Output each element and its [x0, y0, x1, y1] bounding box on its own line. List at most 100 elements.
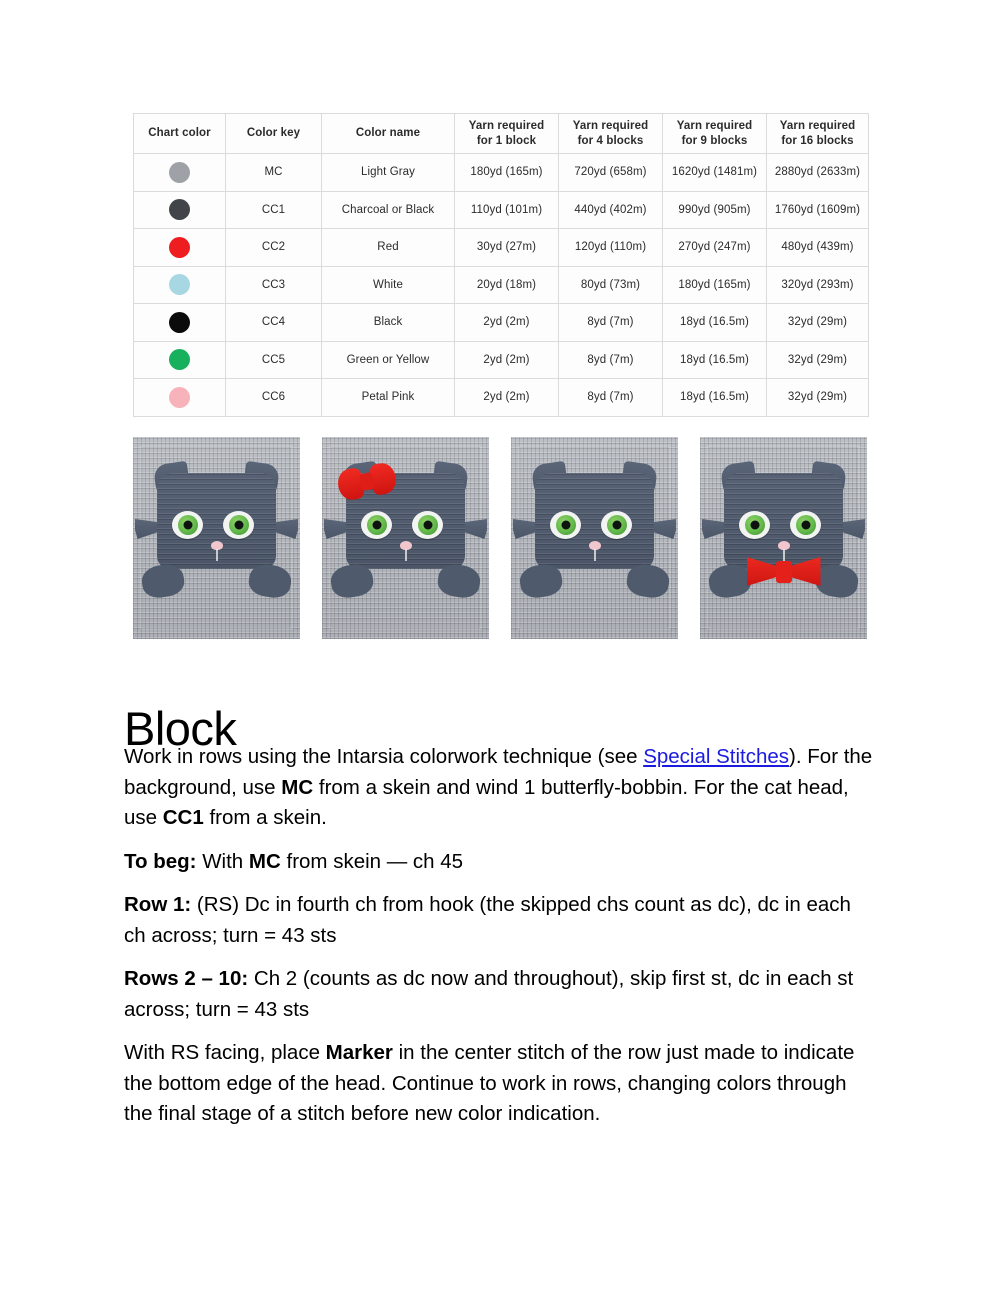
cat-pupil-left	[183, 520, 192, 530]
cat-iris-right	[417, 515, 438, 535]
cell-color-key: CC4	[225, 303, 322, 342]
cat-eye-left	[361, 511, 392, 539]
cat-eye-left	[550, 511, 581, 539]
cat-pupil-left	[561, 520, 570, 530]
cat-eye-left	[172, 511, 203, 539]
paragraph-intro: Work in rows using the Intarsia colorwor…	[124, 742, 876, 834]
cell-color-name: Charcoal or Black	[321, 190, 455, 229]
cell-color-name: White	[321, 265, 455, 304]
photo-cat-block-plain	[133, 437, 300, 639]
photo-cat-block-hair-bow	[322, 437, 489, 639]
cat-pupil-left	[372, 520, 381, 530]
cell-color-key: CC3	[225, 265, 322, 304]
table-row: MC Light Gray 180yd (165m) 720yd (658m) …	[133, 153, 869, 192]
color-swatch-icon	[169, 349, 190, 371]
cat-paw-right	[435, 561, 483, 601]
yarn-requirements-table: Chart color Color key Color name Yarn re…	[133, 113, 869, 417]
cell-color-key: CC1	[225, 190, 322, 229]
header-color-key: Color key	[225, 113, 322, 154]
header-chart-color: Chart color	[133, 113, 226, 154]
cell-color-key: CC5	[225, 340, 322, 379]
cell-color-key: MC	[225, 153, 322, 192]
cat-nose	[399, 541, 412, 550]
cat-eye-right	[223, 511, 254, 539]
cell-yarn-1: 2yd (2m)	[454, 303, 559, 342]
color-swatch-icon	[169, 311, 190, 333]
cell-chart-color	[133, 190, 226, 229]
table-row: CC2 Red 30yd (27m) 120yd (110m) 270yd (2…	[133, 228, 869, 267]
cat-pupil-right	[423, 520, 432, 530]
cat-paw-right	[246, 561, 294, 601]
paragraph-to-beg: To beg: With MC from skein — ch 45	[124, 847, 876, 878]
cell-yarn-16: 320yd (293m)	[766, 265, 869, 304]
cell-color-name: Black	[321, 303, 455, 342]
bow-lobe-left	[746, 556, 778, 587]
cell-color-key: CC6	[225, 378, 322, 417]
cell-yarn-16: 32yd (29m)	[766, 303, 869, 342]
red-bow-tie	[746, 555, 821, 588]
cat-iris-left	[555, 515, 576, 535]
label-row-1: Row 1:	[124, 893, 192, 916]
cell-yarn-9: 18yd (16.5m)	[662, 340, 767, 379]
header-line2: for 4 blocks	[577, 134, 644, 147]
header-yarn-4-blocks: Yarn required for 4 blocks	[558, 113, 663, 154]
photo-cat-block-plain-alt	[511, 437, 678, 639]
yarn-requirements-table-wrapper: Chart color Color key Color name Yarn re…	[133, 113, 869, 417]
cat-paw-right	[624, 561, 672, 601]
header-line2: for 9 blocks	[681, 134, 748, 147]
cell-color-name: Light Gray	[321, 153, 455, 192]
cat-figure	[322, 437, 489, 639]
cell-chart-color	[133, 265, 226, 304]
cat-iris-left	[177, 515, 198, 535]
cat-pupil-right	[234, 520, 243, 530]
cat-iris-right	[795, 515, 816, 535]
cat-pupil-right	[801, 520, 810, 530]
cell-yarn-4: 120yd (110m)	[558, 228, 663, 267]
table-row: CC4 Black 2yd (2m) 8yd (7m) 18yd (16.5m)…	[133, 303, 869, 342]
cell-color-key: CC2	[225, 228, 322, 267]
cat-pupil-right	[612, 520, 621, 530]
cell-color-name: Red	[321, 228, 455, 267]
cell-yarn-16: 32yd (29m)	[766, 340, 869, 379]
term-marker: Marker	[325, 1041, 393, 1064]
cell-chart-color	[133, 153, 226, 192]
cell-color-name: Petal Pink	[321, 378, 455, 417]
cell-chart-color	[133, 378, 226, 417]
cell-yarn-9: 180yd (165m)	[662, 265, 767, 304]
cell-yarn-1: 30yd (27m)	[454, 228, 559, 267]
instructions-body: Work in rows using the Intarsia colorwor…	[124, 742, 876, 1130]
table-body: MC Light Gray 180yd (165m) 720yd (658m) …	[133, 153, 869, 417]
row-1-text: (RS) Dc in fourth ch from hook (the skip…	[124, 893, 851, 947]
cat-iris-right	[606, 515, 627, 535]
color-swatch-icon	[169, 274, 190, 296]
header-color-name: Color name	[321, 113, 455, 154]
cat-iris-left	[744, 515, 765, 535]
header-yarn-9-blocks: Yarn required for 9 blocks	[662, 113, 767, 154]
cat-iris-left	[366, 515, 387, 535]
cat-paw-right	[813, 561, 861, 601]
cat-eye-right	[790, 511, 821, 539]
color-swatch-icon	[169, 236, 190, 258]
cell-yarn-16: 1760yd (1609m)	[766, 190, 869, 229]
cell-yarn-4: 720yd (658m)	[558, 153, 663, 192]
abbr-cc1: CC1	[162, 806, 204, 829]
cell-yarn-9: 18yd (16.5m)	[662, 378, 767, 417]
color-swatch-icon	[169, 386, 190, 408]
header-yarn-16-blocks: Yarn required for 16 blocks	[766, 113, 869, 154]
cell-yarn-9: 990yd (905m)	[662, 190, 767, 229]
photo-cat-block-bow-tie	[700, 437, 867, 639]
paragraph-rows-2-10: Rows 2 – 10: Ch 2 (counts as dc now and …	[124, 964, 876, 1025]
table-header-row: Chart color Color key Color name Yarn re…	[133, 113, 869, 154]
cell-yarn-9: 18yd (16.5m)	[662, 303, 767, 342]
special-stitches-link[interactable]: Special Stitches	[643, 745, 789, 768]
header-line2: for 16 blocks	[781, 134, 854, 147]
cat-figure	[511, 437, 678, 639]
cell-yarn-9: 270yd (247m)	[662, 228, 767, 267]
table-row: CC6 Petal Pink 2yd (2m) 8yd (7m) 18yd (1…	[133, 378, 869, 417]
header-yarn-1-block: Yarn required for 1 block	[454, 113, 559, 154]
cell-yarn-4: 8yd (7m)	[558, 378, 663, 417]
cat-nose	[777, 541, 790, 550]
table-row: CC3 White 20yd (18m) 80yd (73m) 180yd (1…	[133, 265, 869, 304]
cat-figure	[700, 437, 867, 639]
intro-text-a: Work in rows using the Intarsia colorwor…	[124, 745, 644, 768]
